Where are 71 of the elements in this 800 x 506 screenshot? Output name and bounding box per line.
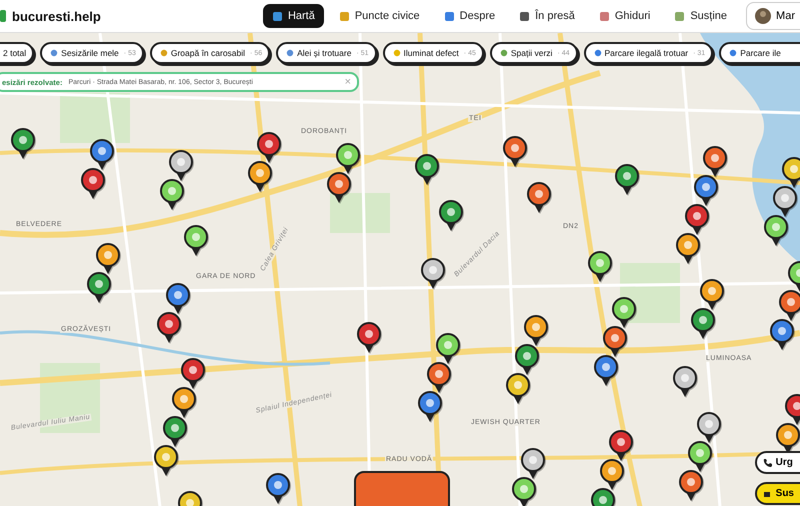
map-pin[interactable] xyxy=(183,225,209,257)
side-button[interactable]: Urg xyxy=(754,451,800,474)
map-pin[interactable] xyxy=(265,473,291,505)
phone-icon xyxy=(762,458,772,467)
map-pin[interactable] xyxy=(420,258,446,290)
map-pin[interactable] xyxy=(690,308,716,340)
map-pin[interactable] xyxy=(156,312,182,344)
nav-tab[interactable]: Hartă xyxy=(262,4,324,28)
map-pin[interactable] xyxy=(687,441,713,473)
map-pin[interactable] xyxy=(702,146,728,178)
map-pin[interactable] xyxy=(526,182,552,214)
user-menu-button[interactable]: Mar xyxy=(746,2,800,30)
map-pin[interactable] xyxy=(165,283,191,315)
map-pin[interactable] xyxy=(675,233,701,265)
map-pin[interactable] xyxy=(611,297,637,329)
map-pin[interactable] xyxy=(171,387,197,419)
map-pin[interactable] xyxy=(672,366,698,398)
map-pin[interactable] xyxy=(614,164,640,196)
nav-tab[interactable]: Puncte civice xyxy=(330,4,429,28)
map-pin[interactable] xyxy=(89,139,115,171)
avatar-icon xyxy=(755,8,772,24)
nav-tab[interactable]: Ghiduri xyxy=(590,4,660,28)
map-pin[interactable] xyxy=(414,154,440,186)
logo-icon xyxy=(0,8,8,24)
map-pin[interactable] xyxy=(435,333,461,365)
map-pin[interactable] xyxy=(781,157,800,189)
map-pin[interactable] xyxy=(523,315,549,347)
map-pin[interactable] xyxy=(502,136,528,168)
map-pin[interactable] xyxy=(95,243,121,275)
map-pin[interactable] xyxy=(417,391,443,423)
map-pin[interactable] xyxy=(778,290,800,322)
map-pin[interactable] xyxy=(356,322,382,354)
map-pin[interactable] xyxy=(684,204,710,236)
total-chip[interactable]: 2 total xyxy=(0,42,34,64)
map-pin[interactable] xyxy=(763,215,789,247)
map-pin[interactable] xyxy=(696,412,722,444)
map-pin[interactable] xyxy=(426,362,452,394)
nav-tab[interactable]: În presă xyxy=(510,4,584,28)
filter-chip[interactable]: Parcare ile xyxy=(719,42,800,64)
map-pin[interactable] xyxy=(10,128,36,160)
map-pin[interactable] xyxy=(168,150,194,182)
map-pin[interactable] xyxy=(699,279,725,311)
map-pin[interactable] xyxy=(693,175,719,207)
map-pin[interactable] xyxy=(86,272,112,304)
map-pin[interactable] xyxy=(514,344,540,376)
map-pin[interactable] xyxy=(438,200,464,232)
map-pin[interactable] xyxy=(256,132,282,164)
map-pin[interactable] xyxy=(511,477,537,506)
map-pin[interactable] xyxy=(608,430,634,462)
map-pin[interactable] xyxy=(769,319,795,351)
map-pin[interactable] xyxy=(599,459,625,491)
side-button[interactable]: Sus xyxy=(754,482,800,505)
nav-tab[interactable]: Susține xyxy=(665,4,736,28)
site-logo[interactable]: bucuresti.help xyxy=(12,8,101,24)
map-pin[interactable] xyxy=(587,251,613,283)
map-pin[interactable] xyxy=(593,355,619,387)
map-pin[interactable] xyxy=(505,373,531,405)
map-pin[interactable] xyxy=(772,186,798,218)
map-pin[interactable] xyxy=(602,326,628,358)
map-pin[interactable] xyxy=(80,168,106,200)
map-pin[interactable] xyxy=(247,161,273,193)
map-pin[interactable] xyxy=(335,143,361,175)
map-pin[interactable] xyxy=(326,172,352,204)
floating-action-button[interactable] xyxy=(354,471,450,506)
map-pin[interactable] xyxy=(162,416,188,448)
map-pin[interactable] xyxy=(153,445,179,477)
map-pin[interactable] xyxy=(520,448,546,480)
map-pin[interactable] xyxy=(159,179,185,211)
nav-tab[interactable]: Despre xyxy=(434,4,504,28)
map-pin[interactable] xyxy=(180,358,206,390)
map-pin[interactable] xyxy=(678,470,704,502)
